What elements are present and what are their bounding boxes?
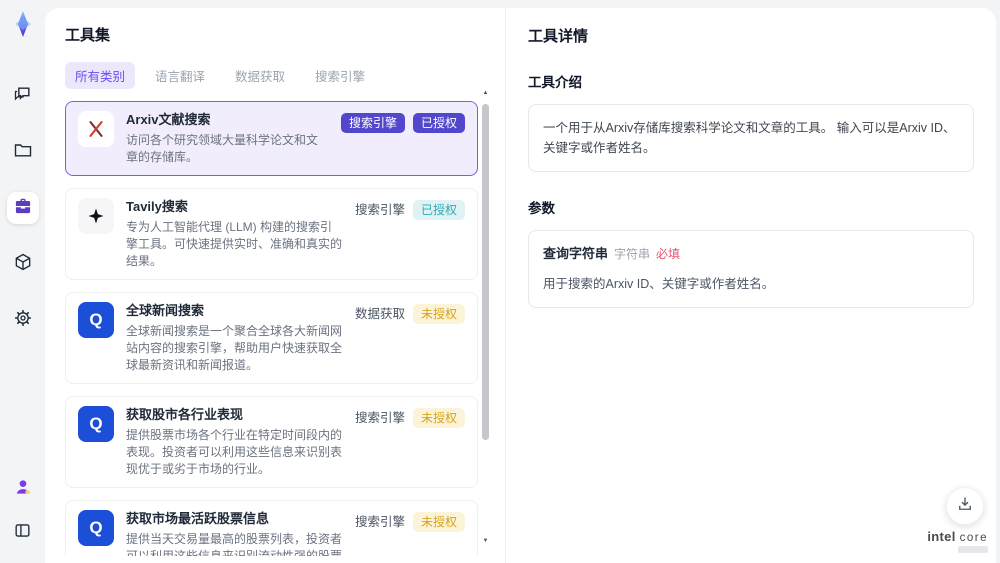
- folder-icon: [13, 140, 33, 165]
- category-badge: 搜索引擎: [340, 113, 405, 133]
- sidebar-item-files[interactable]: [7, 136, 39, 168]
- scroll-down-arrow-icon[interactable]: ▼: [482, 538, 489, 545]
- package-cube-icon: [13, 252, 33, 277]
- tab-all-categories[interactable]: 所有类别: [65, 62, 136, 89]
- category-label: 搜索引擎: [354, 411, 405, 425]
- intro-text: 一个用于从Arxiv存储库搜索科学论文和文章的工具。 输入可以是Arxiv ID…: [543, 121, 956, 155]
- sidebar-item-chat[interactable]: [7, 80, 39, 112]
- detail-title: 工具详情: [528, 28, 589, 45]
- gear-icon: [13, 308, 33, 333]
- tab-data-fetch[interactable]: 数据获取: [225, 62, 295, 89]
- tool-description: 专为人工智能代理 (LLM) 构建的搜索引擎工具。可快速提供实时、准确和真实的结…: [126, 220, 343, 268]
- tab-language-translation[interactable]: 语言翻译: [145, 62, 215, 89]
- intel-core-logo: intel core: [927, 529, 988, 553]
- toolbox-icon: [13, 196, 33, 221]
- main-surface: 工具集 所有类别 语言翻译 数据获取 搜索引擎 Arxiv文献搜索 访问各个研究…: [45, 8, 996, 563]
- tool-card-tavily[interactable]: Tavily搜索 专为人工智能代理 (LLM) 构建的搜索引擎工具。可快速提供实…: [65, 188, 478, 280]
- page-title: 工具集: [65, 27, 111, 44]
- status-badge: 未授权: [412, 512, 465, 532]
- tool-description: 全球新闻搜索是一个聚合全球各大新闻网站内容的搜索引擎，帮助用户快速获取全球最新资…: [126, 324, 343, 372]
- tavily-star-icon: [78, 198, 114, 234]
- sidebar-item-settings[interactable]: [7, 304, 39, 336]
- tool-card-list: Arxiv文献搜索 访问各个研究领域大量科学论文和文章的存储库。 搜索引擎 已授…: [65, 101, 478, 556]
- tool-detail-panel: 工具详情 工具介绍 一个用于从Arxiv存储库搜索科学论文和文章的工具。 输入可…: [506, 8, 996, 563]
- tool-name: 获取股市各行业表现: [126, 407, 244, 422]
- list-scrollbar[interactable]: ▲ ▼: [481, 90, 490, 553]
- tool-list-panel: 工具集 所有类别 语言翻译 数据获取 搜索引擎 Arxiv文献搜索 访问各个研究…: [45, 8, 506, 563]
- intel-wordmark: intel: [927, 529, 956, 544]
- download-icon: [956, 495, 974, 518]
- intro-box: 一个用于从Arxiv存储库搜索科学论文和文章的工具。 输入可以是Arxiv ID…: [528, 104, 974, 172]
- sidebar-item-packages[interactable]: [7, 248, 39, 280]
- intel-sub-mark: [958, 546, 988, 553]
- sidebar-item-collapse[interactable]: [7, 517, 39, 549]
- params-heading: 参数: [528, 201, 555, 216]
- param-box: 查询字符串 字符串 必填 用于搜索的Arxiv ID、关键字或作者姓名。: [528, 230, 974, 308]
- chat-icon: [13, 84, 33, 109]
- param-required-flag: 必填: [656, 247, 681, 261]
- tool-description: 访问各个研究领域大量科学论文和文章的存储库。: [126, 133, 319, 164]
- q-logo-icon: Q: [78, 406, 114, 442]
- intro-heading: 工具介绍: [528, 75, 582, 90]
- param-description: 用于搜索的Arxiv ID、关键字或作者姓名。: [543, 276, 775, 291]
- category-label: 搜索引擎: [354, 515, 405, 529]
- category-label: 数据获取: [354, 307, 405, 321]
- tool-card-sector-performance[interactable]: Q 获取股市各行业表现 提供股票市场各个行业在特定时间段内的表现。投资者可以利用…: [65, 396, 478, 488]
- sidebar-item-toolbox[interactable]: [6, 192, 39, 224]
- param-type: 字符串: [614, 247, 651, 261]
- collapse-panel-icon: [13, 521, 32, 545]
- status-badge: 已授权: [412, 200, 465, 220]
- status-badge: 未授权: [412, 408, 465, 428]
- download-button[interactable]: [946, 487, 984, 525]
- tool-name: 获取市场最活跃股票信息: [126, 511, 270, 526]
- app-logo-icon: [9, 10, 37, 38]
- category-tabs: 所有类别 语言翻译 数据获取 搜索引擎: [65, 62, 505, 89]
- q-logo-icon: Q: [78, 510, 114, 546]
- tool-name: Arxiv文献搜索: [126, 112, 211, 127]
- tool-description: 提供股票市场各个行业在特定时间段内的表现。投资者可以利用这些信息来识别表现优于或…: [126, 428, 343, 476]
- status-badge: 未授权: [412, 304, 465, 324]
- scrollbar-thumb[interactable]: [482, 104, 489, 440]
- tool-card-arxiv[interactable]: Arxiv文献搜索 访问各个研究领域大量科学论文和文章的存储库。 搜索引擎 已授…: [65, 101, 478, 176]
- q-logo-icon: Q: [78, 302, 114, 338]
- tab-search-engine[interactable]: 搜索引擎: [305, 62, 375, 89]
- tool-description: 提供当天交易量最高的股票列表，投资者可以利用这些信息来识别流动性强的股票和潜在的…: [126, 532, 343, 556]
- tool-card-most-active-stocks[interactable]: Q 获取市场最活跃股票信息 提供当天交易量最高的股票列表，投资者可以利用这些信息…: [65, 500, 478, 556]
- tool-name: 全球新闻搜索: [126, 303, 205, 318]
- tool-card-global-news[interactable]: Q 全球新闻搜索 全球新闻搜索是一个聚合全球各大新闻网站内容的搜索引擎，帮助用户…: [65, 292, 478, 384]
- category-label: 搜索引擎: [354, 203, 405, 217]
- scroll-up-arrow-icon[interactable]: ▲: [482, 90, 489, 97]
- core-wordmark: core: [959, 532, 988, 544]
- tool-name: Tavily搜索: [126, 199, 188, 214]
- status-badge: 已授权: [412, 113, 465, 133]
- app-rail: [0, 0, 45, 563]
- arxiv-icon: [78, 111, 114, 147]
- param-name: 查询字符串: [543, 246, 609, 261]
- sidebar-item-account[interactable]: [7, 473, 39, 505]
- user-avatar-icon: [13, 477, 33, 502]
